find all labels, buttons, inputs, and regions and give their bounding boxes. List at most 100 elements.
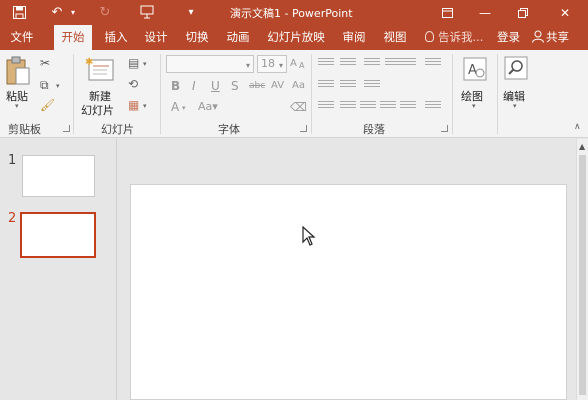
separator <box>73 54 74 134</box>
mouse-pointer-icon <box>302 226 316 246</box>
slide-thumbnail-1[interactable] <box>22 155 95 197</box>
separator <box>452 54 453 134</box>
tab-design[interactable]: 设计 <box>140 25 172 50</box>
separator <box>497 54 498 134</box>
justify-icon[interactable] <box>380 99 396 113</box>
slide-thumbnail-2[interactable] <box>20 212 96 258</box>
convert-smartart-icon[interactable] <box>364 78 380 92</box>
increase-font-icon[interactable]: A <box>290 57 297 71</box>
italic-icon[interactable]: I <box>192 79 196 93</box>
slide-number: 2 <box>8 211 17 226</box>
columns-icon[interactable] <box>425 56 441 70</box>
font-dialog-launcher-icon[interactable] <box>300 125 307 132</box>
tab-transitions[interactable]: 切换 <box>181 25 213 50</box>
drawing-dropdown-icon[interactable]: ▾ <box>472 102 476 110</box>
tell-me-search[interactable]: 告诉我... <box>425 25 483 50</box>
ribbon: 粘贴 ▾ ✂ ⧉ ▾ 🖌 剪贴板 ✱ 新建 幻灯片 ▤ ▾ ⟲ ▦ ▾ 幻灯片 … <box>0 50 588 138</box>
paste-button[interactable]: 粘贴 ▾ <box>5 56 33 110</box>
group-label-slides: 幻灯片 <box>101 123 134 136</box>
tab-slide-show[interactable]: 幻灯片放映 <box>264 25 328 50</box>
format-painter-icon[interactable]: 🖌 <box>40 98 55 112</box>
font-size-combo[interactable]: 18 ▾ <box>257 55 287 73</box>
clipboard-dialog-launcher-icon[interactable] <box>63 125 70 132</box>
layout-dropdown-icon[interactable]: ▾ <box>143 57 147 71</box>
collapse-ribbon-icon[interactable]: ∧ <box>574 120 581 134</box>
increase-indent-icon[interactable] <box>385 56 401 70</box>
align-left-icon[interactable] <box>318 99 334 113</box>
editing-button[interactable]: 编辑 ▾ <box>502 56 532 116</box>
font-name-combo[interactable]: ▾ <box>166 55 254 73</box>
section-dropdown-icon[interactable]: ▾ <box>143 99 147 113</box>
new-slide-button[interactable]: ✱ 新建 幻灯片 <box>80 56 120 118</box>
character-spacing-icon[interactable]: AV <box>271 79 284 93</box>
change-case-dropdown-icon[interactable]: Aa▾ <box>198 100 218 114</box>
tab-insert[interactable]: 插入 <box>100 25 132 50</box>
ribbon-tabs: 文件 开始 插入 设计 切换 动画 幻灯片放映 审阅 视图 告诉我... 登录 … <box>0 25 588 50</box>
reset-icon[interactable]: ⟲ <box>128 77 138 91</box>
copy-dropdown-icon[interactable]: ▾ <box>56 79 60 93</box>
bullets-icon[interactable] <box>318 56 334 70</box>
layout-icon[interactable]: ▤ <box>128 56 139 70</box>
tab-home[interactable]: 开始 <box>54 25 92 50</box>
font-color-dropdown-icon[interactable]: ▾ <box>182 101 186 115</box>
svg-text:A: A <box>468 63 477 78</box>
paste-dropdown-icon[interactable]: ▾ <box>15 102 19 110</box>
slide-canvas[interactable] <box>130 184 567 400</box>
slide-editor <box>118 139 576 400</box>
align-text-icon[interactable] <box>340 78 356 92</box>
group-label-paragraph: 段落 <box>363 123 385 136</box>
tab-view[interactable]: 视图 <box>379 25 411 50</box>
drawing-button[interactable]: A 绘图 ▾ <box>458 56 492 116</box>
cut-icon[interactable]: ✂ <box>40 56 50 70</box>
group-label-clipboard: 剪贴板 <box>8 123 41 136</box>
editing-dropdown-icon[interactable]: ▾ <box>513 102 517 110</box>
bold-icon[interactable]: B <box>171 79 180 93</box>
change-case-icon[interactable]: Aa <box>292 79 305 93</box>
align-right-icon[interactable] <box>360 99 376 113</box>
tab-animations[interactable]: 动画 <box>222 25 254 50</box>
decrease-indent-icon[interactable] <box>364 56 380 70</box>
share-button[interactable]: 共享 <box>532 25 569 50</box>
clear-formatting-icon[interactable]: ⌫ <box>290 100 307 114</box>
separator <box>311 54 312 134</box>
save-icon[interactable] <box>10 3 28 21</box>
user-icon <box>532 30 544 43</box>
present-from-beginning-icon[interactable] <box>138 3 156 21</box>
ribbon-display-options-icon[interactable] <box>428 0 466 25</box>
distributed-icon[interactable] <box>400 99 416 113</box>
scroll-up-icon[interactable]: ▲ <box>579 142 585 151</box>
font-color-icon[interactable]: A <box>171 100 179 114</box>
decrease-font-icon[interactable]: A <box>299 59 304 73</box>
text-direction-icon[interactable] <box>318 78 334 92</box>
title-bar: ↶ ▾ ↻ ▾ 演示文稿1 - PowerPoint — ✕ <box>0 0 588 25</box>
shadow-icon[interactable]: S <box>231 79 239 93</box>
underline-icon[interactable]: U <box>211 79 220 93</box>
scrollbar-thumb[interactable] <box>579 155 586 395</box>
restore-icon[interactable] <box>504 0 542 25</box>
numbering-icon[interactable] <box>340 56 356 70</box>
copy-icon[interactable]: ⧉ <box>40 78 49 92</box>
customize-quick-access-icon[interactable]: ▾ <box>182 3 200 21</box>
undo-dropdown-icon[interactable]: ▾ <box>64 3 82 21</box>
window-title: 演示文稿1 - PowerPoint <box>230 7 353 20</box>
shapes-icon: A <box>463 57 487 81</box>
tab-file[interactable]: 文件 <box>0 25 44 50</box>
align-center-icon[interactable] <box>340 99 356 113</box>
paragraph-dialog-launcher-icon[interactable] <box>441 125 448 132</box>
redo-icon[interactable]: ↻ <box>96 3 114 21</box>
slide-thumbnail-pane: 1 2 <box>0 139 117 400</box>
vertical-scrollbar[interactable]: ▲ <box>576 139 588 400</box>
sign-in-link[interactable]: 登录 <box>497 25 520 50</box>
section-icon[interactable]: ▦ <box>128 98 139 112</box>
strikethrough-icon[interactable]: abc <box>249 79 265 93</box>
columns-dropdown-icon[interactable] <box>425 99 441 113</box>
minimize-icon[interactable]: — <box>466 0 504 25</box>
separator <box>160 54 161 134</box>
tab-review[interactable]: 审阅 <box>338 25 370 50</box>
group-label-font: 字体 <box>218 123 240 136</box>
lightbulb-icon <box>425 31 434 42</box>
find-icon <box>504 56 528 80</box>
close-icon[interactable]: ✕ <box>546 0 584 25</box>
line-spacing-icon[interactable] <box>400 56 416 70</box>
svg-text:✱: ✱ <box>85 57 93 68</box>
